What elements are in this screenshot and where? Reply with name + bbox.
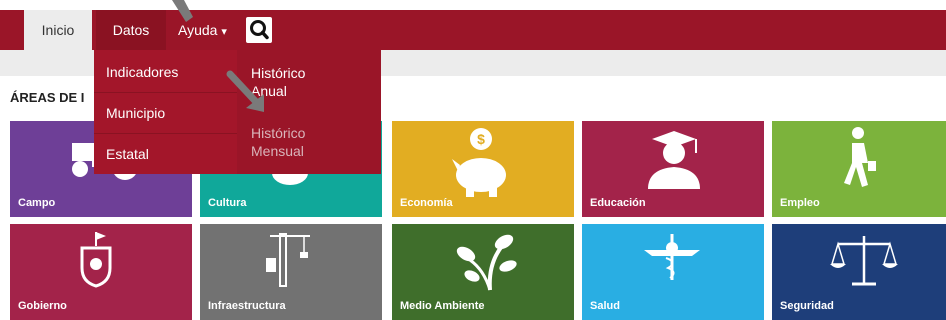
menu-item-municipio[interactable]: Municipio [94, 93, 237, 133]
nav-ayuda[interactable]: Ayuda ▾ [172, 10, 248, 50]
tile-label: Medio Ambiente [400, 300, 485, 312]
search-icon [250, 20, 269, 40]
tile-gobierno[interactable]: Gobierno [10, 224, 192, 320]
tile-seguridad[interactable]: Seguridad [772, 224, 946, 320]
tile-label: Campo [18, 197, 56, 209]
tile-label: Seguridad [780, 300, 834, 312]
tile-empleo[interactable]: Empleo [772, 121, 946, 217]
tile-salud[interactable]: Salud [582, 224, 764, 320]
tile-medio-ambiente[interactable]: Medio Ambiente [392, 224, 574, 320]
menu-item-estatal[interactable]: Estatal [94, 134, 237, 174]
tile-label: Gobierno [18, 300, 67, 312]
tile-label: Cultura [208, 197, 247, 209]
nav-inicio[interactable]: Inicio [24, 10, 92, 50]
top-band [0, 0, 946, 10]
submenu-item-historico-mensual[interactable]: Histórico Mensual [251, 124, 371, 160]
menu-item-indicadores[interactable]: Indicadores [94, 52, 237, 92]
tile-label: Economía [400, 197, 453, 209]
tile-educacion[interactable]: Educación [582, 121, 764, 217]
chevron-down-icon: ▾ [221, 26, 227, 38]
tile-label: Empleo [780, 197, 820, 209]
tile-label: Educación [590, 197, 646, 209]
section-title: ÁREAS DE I [10, 90, 85, 105]
search-button[interactable] [246, 17, 272, 43]
nav-ayuda-label: Ayuda [178, 22, 218, 38]
tile-economia[interactable]: $ Economía [392, 121, 574, 217]
tile-label: Salud [590, 300, 620, 312]
submenu-item-historico-anual[interactable]: Histórico Anual [251, 64, 371, 100]
tile-infraestructura[interactable]: Infraestructura [200, 224, 382, 320]
svg-text:$: $ [477, 131, 485, 147]
nav-datos[interactable]: Datos [96, 10, 166, 50]
tile-label: Infraestructura [208, 300, 286, 312]
datos-dropdown-menu: Indicadores Municipio Estatal [94, 50, 237, 174]
indicadores-submenu: Histórico Anual Histórico Mensual [237, 50, 381, 174]
